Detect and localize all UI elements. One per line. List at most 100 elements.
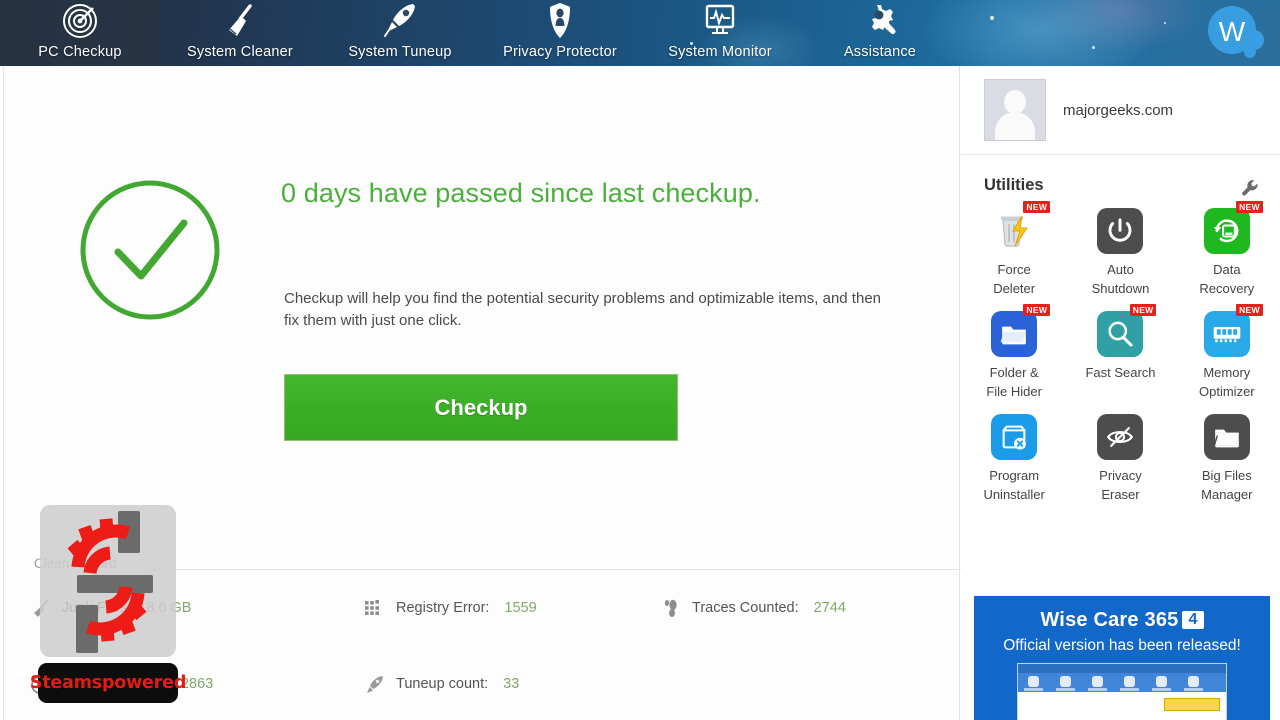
thumb-titlebar [1018, 664, 1226, 673]
tab-label: System Tuneup [348, 44, 452, 60]
thumb-nav-icon [1092, 676, 1103, 687]
stat-registry-error: Registry Error: 1559 [362, 600, 658, 676]
shield-person-icon [537, 0, 583, 42]
new-badge: NEW [1236, 304, 1263, 316]
user-avatar-icon [984, 79, 1046, 141]
folder-icon [1203, 414, 1250, 460]
app-window: PC Checkup System Cleaner System Tuneup … [0, 0, 1280, 720]
utility-auto-shutdown[interactable]: Auto Shutdown [1067, 208, 1173, 298]
utility-label: Privacy Eraser [1099, 468, 1142, 502]
tab-assistance[interactable]: Assistance [800, 0, 960, 66]
utility-label: Big Files Manager [1201, 468, 1253, 502]
uninstall-box-icon [991, 414, 1038, 460]
stat-label: Tuneup count: [396, 676, 489, 692]
utility-folder-file-hider[interactable]: NEW Folder & File Hider [961, 304, 1067, 401]
footprint-icon [658, 597, 682, 621]
thumb-nav-label [1120, 688, 1139, 691]
recovery-disk-icon: NEW [1203, 201, 1263, 254]
utility-force-deleter[interactable]: NEW Force Deleter [961, 201, 1067, 298]
tab-label: System Cleaner [187, 44, 293, 60]
utility-label: Auto Shutdown [1091, 262, 1150, 296]
tab-system-tuneup[interactable]: System Tuneup [320, 0, 480, 66]
thumb-navbar [1018, 673, 1226, 692]
app-screenshot-thumbnail [1017, 663, 1227, 720]
utility-label: Program Uninstaller [983, 468, 1045, 502]
watermark-badge: Steamspowered [30, 663, 186, 703]
account-name: majorgeeks.com [1063, 101, 1174, 119]
stat-value: 33 [503, 676, 520, 692]
stat-traces-counted: Traces Counted: 2744 [658, 597, 948, 676]
radar-target-icon [57, 0, 103, 42]
promo-subtitle: Official version has been released! [1003, 637, 1241, 654]
page-description: Checkup will help you find the potential… [284, 290, 881, 329]
promo-banner[interactable]: Wise Care 365 4 Official version has been… [974, 596, 1270, 720]
tab-label: Assistance [843, 44, 917, 60]
utility-data-recovery[interactable]: NEW Data Recovery [1174, 201, 1280, 298]
tab-pc-checkup[interactable]: PC Checkup [0, 0, 160, 66]
avatar-body [995, 112, 1035, 140]
svg-text:W: W [1219, 16, 1246, 47]
trash-bolt-icon: NEW [991, 201, 1051, 254]
folder-lock-icon: NEW [991, 304, 1051, 357]
magnifier-icon: NEW [1097, 304, 1157, 357]
thumb-nav-icon [1124, 676, 1135, 687]
thumb-nav-label [1152, 688, 1171, 691]
utility-label: Data Recovery [1199, 262, 1255, 296]
new-badge: NEW [1023, 304, 1051, 316]
power-icon [1097, 208, 1144, 254]
rocket-icon [362, 673, 386, 697]
wrench-icon[interactable] [1240, 178, 1262, 200]
utility-label: Memory Optimizer [1199, 365, 1255, 399]
main-navigation: PC Checkup System Cleaner System Tuneup … [0, 0, 960, 66]
utility-program-uninstaller[interactable]: Program Uninstaller [961, 414, 1067, 504]
green-check-circle-icon [78, 178, 223, 323]
tab-system-monitor[interactable]: System Monitor [640, 0, 800, 66]
registry-icon [362, 597, 386, 621]
thumb-highlight-tag [1164, 698, 1220, 711]
avatar-head [1004, 90, 1026, 114]
stat-value: 2744 [813, 600, 846, 616]
decor-star [1092, 46, 1095, 49]
utility-label: Force Deleter [993, 262, 1036, 296]
monitor-pulse-icon [697, 0, 743, 42]
page-title: 0 days have passed since last checkup. [281, 178, 761, 208]
rocket-icon [377, 0, 423, 42]
utilities-grid: NEW Force Deleter Auto Shutdown NEW Data… [961, 201, 1280, 504]
tab-label: Privacy Protector [503, 44, 617, 60]
app-header: PC Checkup System Cleaner System Tuneup … [0, 0, 1280, 66]
tab-privacy-protector[interactable]: Privacy Protector [480, 0, 640, 66]
thumb-nav-label [1184, 688, 1203, 691]
utility-memory-optimizer[interactable]: NEW Memory Optimizer [1174, 304, 1280, 401]
thumb-nav-icon [1028, 676, 1039, 687]
clean-record-divider [146, 569, 963, 570]
stat-value: 1559 [504, 600, 537, 616]
new-badge: NEW [1129, 304, 1157, 316]
left-edge-strip [0, 66, 4, 720]
checkup-button[interactable]: Checkup [284, 374, 678, 441]
broom-icon [217, 0, 263, 42]
thumb-nav-label [1024, 688, 1043, 691]
promo-title: Wise Care 365 [1040, 609, 1179, 631]
utility-label: Folder & File Hider [986, 365, 1042, 399]
thumb-nav-icon [1060, 676, 1071, 687]
utility-privacy-eraser[interactable]: Privacy Eraser [1067, 414, 1173, 504]
tab-label: System Monitor [668, 44, 772, 60]
stat-tuneup-count: Tuneup count: 33 [362, 676, 658, 720]
thumb-nav-label [1056, 688, 1075, 691]
utilities-title: Utilities [984, 176, 1044, 194]
thumb-nav-icon [1188, 676, 1199, 687]
promo-version-badge: 4 [1182, 611, 1204, 629]
new-badge: NEW [1023, 201, 1051, 213]
utility-big-files-manager[interactable]: Big Files Manager [1174, 414, 1280, 504]
utility-fast-search[interactable]: NEW Fast Search [1067, 304, 1173, 401]
wise-w-cloud-logo[interactable]: W [1204, 4, 1266, 62]
stat-label: Registry Error: [396, 600, 490, 616]
thumb-nav-icon [1156, 676, 1167, 687]
tab-system-cleaner[interactable]: System Cleaner [160, 0, 320, 66]
account-row[interactable]: majorgeeks.com [961, 66, 1280, 155]
tab-label: PC Checkup [38, 44, 122, 60]
ram-stick-icon: NEW [1203, 304, 1263, 357]
decor-star [1164, 22, 1166, 24]
watermark-text: Steamspowered [29, 673, 187, 693]
utility-label: Fast Search [1085, 365, 1156, 380]
